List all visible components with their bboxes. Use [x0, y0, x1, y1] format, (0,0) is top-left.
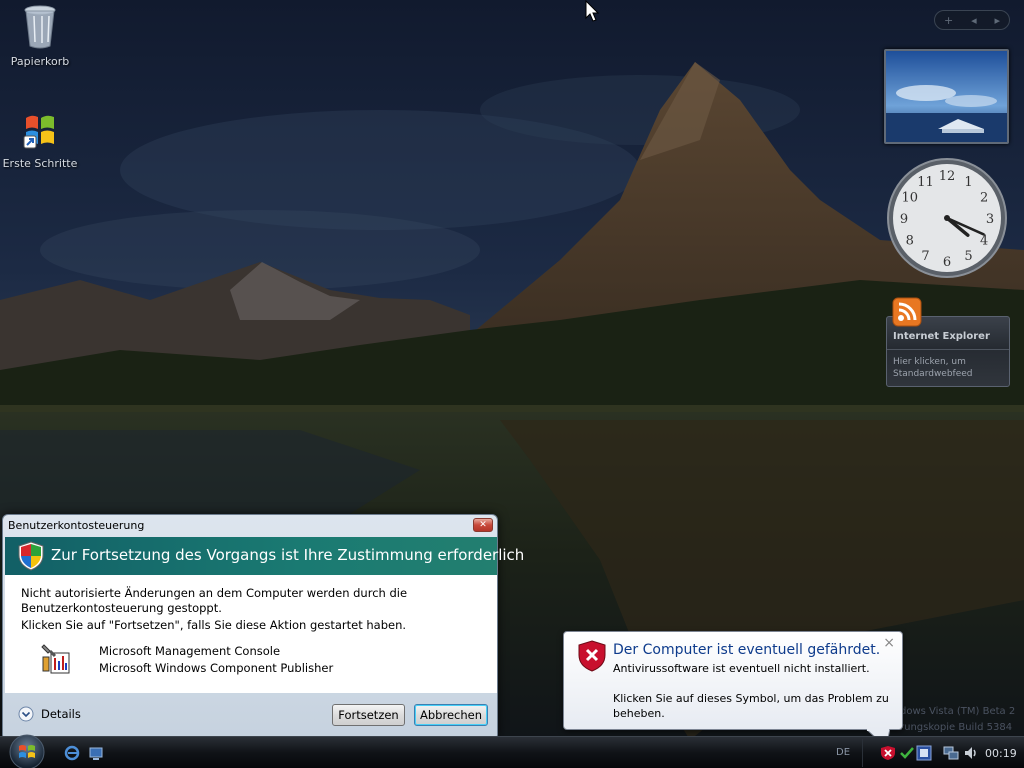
balloon-title: Der Computer ist eventuell gefährdet.	[613, 642, 881, 658]
taskbar: DE 00:19	[0, 733, 1024, 768]
recycle-bin-desktop-icon[interactable]: Papierkorb	[0, 2, 80, 68]
network-tray-icon[interactable]	[943, 745, 959, 761]
uac-body: Nicht autorisierte Änderungen an dem Com…	[5, 575, 497, 693]
desktop: Papierkorb Erste Schritte + ◂ ▸ 1 2 3 4 …	[0, 0, 1024, 768]
balloon-message-line-1: Antivirussoftware ist eventuell nicht in…	[613, 662, 870, 675]
show-desktop-icon[interactable]	[88, 745, 104, 761]
uac-message-line-1: Nicht autorisierte Änderungen an dem Com…	[21, 586, 408, 600]
taskbar-clock[interactable]: 00:19	[985, 747, 1017, 760]
feed-headlines-gadget[interactable]: Internet Explorer Hier klicken, um Stand…	[886, 297, 1010, 387]
clock-numeral: 12	[939, 169, 956, 184]
details-label: Details	[41, 707, 81, 721]
getting-started-label: Erste Schritte	[2, 157, 78, 170]
uac-message-line-3: Klicken Sie auf "Fortsetzen", falls Sie …	[21, 618, 407, 632]
internet-explorer-icon[interactable]	[64, 745, 80, 761]
slideshow-gadget[interactable]	[884, 49, 1009, 144]
clock-numeral: 7	[921, 249, 929, 264]
mouse-cursor-icon	[585, 0, 599, 22]
input-method-tray-icon[interactable]	[916, 745, 932, 761]
slideshow-image	[886, 51, 1007, 142]
uac-titlebar[interactable]: Benutzerkontosteuerung ✕	[3, 515, 497, 535]
cancel-button[interactable]: Abbrechen	[414, 704, 488, 726]
continue-button[interactable]: Fortsetzen	[332, 704, 405, 726]
clock-numeral: 10	[902, 191, 919, 206]
uac-dialog: Benutzerkontosteuerung ✕ Zur Fortsetzung…	[2, 514, 524, 738]
clock-gadget[interactable]: 1234567891011 12	[886, 157, 1008, 279]
rss-feed-icon	[892, 297, 922, 327]
balloon-close-button[interactable]: ×	[883, 636, 895, 650]
notification-area: 00:19	[862, 739, 1024, 767]
language-indicator[interactable]: DE	[836, 747, 850, 758]
chevron-down-icon	[18, 706, 34, 722]
security-notification-balloon[interactable]: Der Computer ist eventuell gefährdet. × …	[563, 631, 903, 730]
uac-banner: Zur Fortsetzung des Vorgangs ist Ihre Zu…	[5, 537, 524, 575]
feed-gadget-title: Internet Explorer	[893, 331, 990, 342]
uac-message-line-2: Benutzerkontosteuerung gestoppt.	[21, 601, 222, 615]
security-alert-tray-icon[interactable]	[880, 745, 896, 761]
clock-numeral: 2	[980, 191, 988, 206]
uac-dialog-title: Benutzerkontosteuerung	[8, 519, 145, 532]
feed-gadget-text[interactable]: Hier klicken, um Standardwebfeed	[893, 356, 1005, 380]
recycle-bin-icon	[24, 5, 56, 49]
clock-numeral: 9	[900, 212, 908, 227]
recycle-bin-label: Papierkorb	[10, 55, 70, 68]
management-console-icon	[41, 644, 70, 674]
balloon-message-line-2: Klicken Sie auf dieses Symbol, um das Pr…	[613, 692, 889, 705]
watermark-line-2: rungskopie Build 5384	[900, 722, 1013, 733]
uac-shield-icon	[18, 541, 44, 571]
next-gadget-button[interactable]: ▸	[995, 14, 1001, 27]
build-watermark: dows Vista (TM) Beta 2 rungskopie Build …	[900, 704, 1024, 736]
volume-tray-icon[interactable]	[963, 745, 979, 761]
getting-started-desktop-icon[interactable]: Erste Schritte	[0, 108, 80, 170]
balloon-message-line-3: beheben.	[613, 707, 665, 720]
close-button[interactable]: ✕	[473, 518, 493, 532]
previous-gadget-button[interactable]: ◂	[971, 14, 977, 27]
clock-numeral: 11	[917, 175, 934, 190]
uac-footer: Details Fortsetzen Abbrechen	[5, 693, 497, 737]
windows-flag-icon	[23, 115, 54, 149]
checkmark-tray-icon[interactable]	[899, 745, 915, 761]
uac-program-name: Microsoft Management Console	[99, 644, 281, 658]
clock-numeral: 3	[986, 212, 994, 227]
clock-numeral: 6	[943, 255, 951, 270]
uac-publisher: Microsoft Windows Component Publisher	[99, 661, 334, 675]
clock-numeral: 1	[964, 175, 972, 190]
security-warning-shield-icon	[578, 640, 606, 672]
add-gadget-button[interactable]: +	[944, 14, 953, 27]
start-button-icon[interactable]	[6, 733, 48, 768]
clock-numeral: 4	[980, 234, 988, 249]
clock-numeral: 8	[906, 234, 914, 249]
clock-center-pin	[944, 215, 950, 221]
watermark-line-1: dows Vista (TM) Beta 2	[900, 706, 1016, 717]
uac-heading: Zur Fortsetzung des Vorgangs ist Ihre Zu…	[51, 546, 525, 564]
feed-divider	[887, 349, 1009, 350]
details-toggle[interactable]: Details	[18, 706, 81, 722]
sidebar-controls: + ◂ ▸	[934, 10, 1010, 30]
clock-numeral: 5	[964, 249, 972, 264]
